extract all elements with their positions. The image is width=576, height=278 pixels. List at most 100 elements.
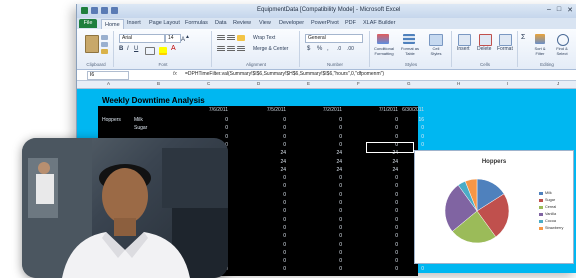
delete-button[interactable]: Delete [477,46,491,52]
table-cell[interactable]: 0 [256,200,286,206]
tab-formulas[interactable]: Formulas [185,20,208,26]
save-icon[interactable] [91,7,98,14]
table-cell[interactable]: 0 [312,250,342,256]
tab-page-layout[interactable]: Page Layout [149,20,180,26]
bold-icon[interactable]: B [119,46,123,52]
decrease-decimal-icon[interactable]: .00 [347,46,354,52]
table-cell[interactable]: 0 [256,142,286,148]
table-cell[interactable]: 0 [394,134,424,140]
table-cell[interactable]: 0 [256,117,286,123]
fill-color-icon[interactable] [159,47,167,55]
pie-chart[interactable]: Hoppers Milk Sugar Cereal Vanilla Cocoa Straw… [414,150,574,264]
tab-powerpivot[interactable]: PowerPivot [311,20,339,26]
column-header[interactable]: H [457,81,460,86]
table-cell[interactable]: 0 [256,242,286,248]
table-cell[interactable]: 24 [312,159,342,165]
maximize-icon[interactable]: □ [557,6,561,14]
font-color-icon[interactable]: A [171,45,176,52]
column-header[interactable]: B [157,81,160,86]
currency-icon[interactable]: $ [307,46,310,52]
percent-icon[interactable]: % [317,46,322,52]
comma-icon[interactable]: , [327,46,329,52]
align-middle-icon[interactable] [227,35,235,41]
table-cell[interactable]: 0 [312,200,342,206]
tab-pdf[interactable]: PDF [345,20,356,26]
table-cell[interactable]: 24 [256,150,286,156]
table-cell[interactable]: 0 [256,258,286,264]
table-cell[interactable]: 24 [256,167,286,173]
table-cell[interactable]: 0 [256,134,286,140]
format-painter-icon[interactable] [101,49,108,54]
column-header[interactable]: A [107,81,110,86]
tab-data[interactable]: Data [215,20,227,26]
find-select-button[interactable]: Find & Select [552,46,572,56]
minimize-icon[interactable]: – [547,6,551,14]
table-cell[interactable]: 24 [312,167,342,173]
sort-filter-button[interactable]: Sort & Filter [531,46,549,56]
table-cell[interactable]: 24 [256,159,286,165]
table-cell[interactable]: 24 [312,150,342,156]
insert-cells-icon[interactable] [458,34,471,46]
align-center-icon[interactable] [227,46,235,52]
table-cell[interactable]: 0 [256,266,286,272]
column-header[interactable]: G [407,81,411,86]
conditional-formatting-icon[interactable] [377,34,389,44]
conditional-formatting-button[interactable]: Conditional Formatting [373,46,395,56]
merge-center-button[interactable]: Merge & Center [253,46,288,52]
table-cell[interactable]: 0 [256,217,286,223]
align-left-icon[interactable] [217,46,225,52]
formula-input[interactable]: =DPHTimeFilter.val(Summary!$I$6,Summary!… [185,71,384,77]
paste-icon[interactable] [85,35,99,53]
format-cells-icon[interactable] [499,34,512,46]
wrap-text-button[interactable]: Wrap Text [253,35,275,41]
table-cell[interactable]: 0 [256,208,286,214]
align-right-icon[interactable] [237,46,245,52]
column-header[interactable]: I [507,81,508,86]
grow-font-icon[interactable]: A▲ [181,34,190,43]
table-cell[interactable]: 0 [256,175,286,181]
table-cell[interactable]: 0 [198,125,228,131]
table-cell[interactable]: 0 [198,117,228,123]
tab-insert[interactable]: Insert [127,20,141,26]
table-cell[interactable]: 0 [256,233,286,239]
column-header[interactable]: J [557,81,559,86]
format-as-table-icon[interactable] [403,34,415,44]
table-cell[interactable]: 0 [312,183,342,189]
table-cell[interactable]: 0 [256,250,286,256]
font-size-select[interactable]: 14 [165,34,181,43]
table-cell[interactable]: 0 [256,183,286,189]
table-cell[interactable]: 0 [312,242,342,248]
fx-icon[interactable]: fx [173,71,177,77]
increase-decimal-icon[interactable]: .0 [337,46,341,52]
table-cell[interactable]: 0 [256,192,286,198]
insert-button[interactable]: Insert [457,46,470,52]
tab-xlaf-builder[interactable]: XLAF Builder [363,20,395,26]
table-cell[interactable]: 0 [312,125,342,131]
format-button[interactable]: Format [497,46,513,52]
table-cell[interactable]: 0 [394,125,424,131]
tab-view[interactable]: View [259,20,271,26]
table-cell[interactable]: 0 [312,225,342,231]
autosum-icon[interactable]: Σ [521,34,525,41]
column-header[interactable]: F [357,81,360,86]
tab-review[interactable]: Review [233,20,251,26]
undo-icon[interactable] [101,7,108,14]
format-as-table-button[interactable]: Format as Table [399,46,421,56]
table-cell[interactable]: 0 [312,142,342,148]
underline-icon[interactable]: U [134,46,138,52]
redo-icon[interactable] [111,7,118,14]
table-cell[interactable]: 0 [394,266,424,272]
table-cell[interactable]: 0 [312,175,342,181]
align-top-icon[interactable] [217,35,225,41]
table-cell[interactable]: 0 [312,266,342,272]
align-bottom-icon[interactable] [237,35,245,41]
table-cell[interactable]: 0 [312,258,342,264]
font-name-select[interactable]: Arial [119,34,165,43]
copy-icon[interactable] [101,42,108,47]
column-header[interactable]: E [307,81,310,86]
table-cell[interactable]: 16 [394,117,424,123]
table-cell[interactable]: 0 [256,125,286,131]
table-cell[interactable]: 0 [312,217,342,223]
selected-cell[interactable] [366,142,414,153]
cell-styles-icon[interactable] [429,34,443,46]
